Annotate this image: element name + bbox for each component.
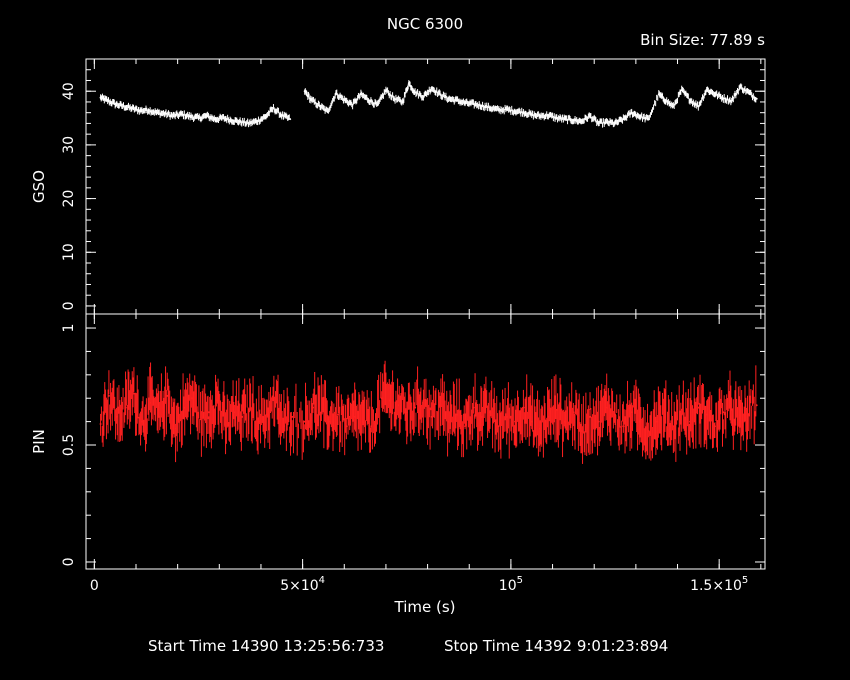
data-point: [755, 97, 758, 100]
stop-time: Stop Time 14392 9:01:23:894: [444, 637, 668, 655]
y-tick-label: 10: [61, 243, 77, 261]
bin-size-label: Bin Size: 77.89 s: [640, 31, 765, 49]
data-point: [291, 415, 294, 418]
data-point: [755, 404, 758, 407]
time-axis: 0 5×104 105 1.5×105: [90, 575, 748, 594]
x-tick-label: 1.5×105: [690, 575, 748, 594]
panel-frame-1: [85, 313, 766, 570]
chart-title: NGC 6300: [387, 15, 463, 33]
pin-panel: 0 0.5 1 PIN: [30, 313, 766, 570]
data-point: [289, 118, 292, 121]
y-tick-label: 20: [61, 190, 77, 208]
y-axis-label: GSO: [30, 170, 48, 203]
gso-panel: 0 10 20 30 40 GSO: [30, 58, 766, 315]
y-tick-label: 0: [61, 558, 77, 567]
x-tick-label: 105: [499, 575, 523, 594]
y-tick-label: 0.5: [61, 434, 77, 456]
y-tick-label: 1: [61, 324, 77, 333]
x-axis-label: Time (s): [394, 598, 456, 616]
light-curve-chart: NGC 6300 Bin Size: 77.89 s 010203040GSO …: [30, 15, 766, 655]
y-axis-label: PIN: [30, 429, 48, 454]
x-tick-label: 0: [90, 578, 99, 594]
start-time: Start Time 14390 13:25:56:733: [148, 637, 384, 655]
y-tick-label: 40: [61, 82, 77, 100]
y-tick-label: 0: [61, 301, 77, 310]
x-tick-label: 5×104: [280, 575, 325, 594]
data-point: [107, 394, 110, 397]
y-tick-label: 30: [61, 136, 77, 154]
